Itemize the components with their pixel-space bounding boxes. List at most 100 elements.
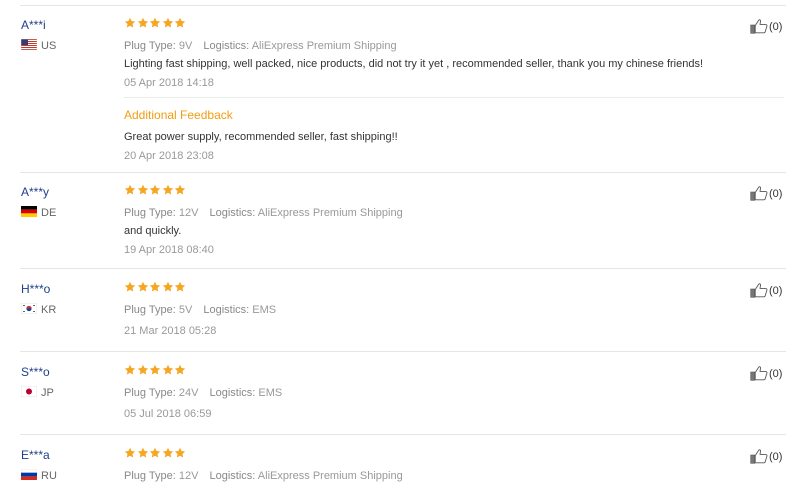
star-icon [174,281,186,293]
plug-type-value: 12V [178,207,199,219]
review-date: 21 Mar 2018 05:28 [124,325,217,337]
thumbs-up-icon [750,365,768,381]
star-icon [174,364,186,376]
helpful-count: (0) [769,368,783,380]
additional-feedback-title: Additional Feedback [124,108,233,122]
star-icon [137,364,149,376]
review-date: 19 Apr 2018 08:40 [124,244,214,256]
reviewer-name: A***i [21,18,46,32]
helpful-count: (0) [769,285,783,297]
plug-type-label: Plug Type: [124,470,176,482]
thumbs-up-icon [750,185,768,201]
star-rating [124,447,187,462]
star-icon [137,281,149,293]
helpful-button[interactable]: (0) [750,185,782,201]
star-icon [124,447,136,459]
plug-type-value: 5V [178,304,193,316]
review-meta: Plug Type: 9V Logistics: AliExpress Prem… [124,40,405,52]
star-icon [162,184,174,196]
helpful-count: (0) [769,21,783,33]
helpful-button[interactable]: (0) [750,282,782,298]
logistics-value: AliExpress Premium Shipping [257,207,403,219]
reviewer-name: A***y [21,185,50,199]
reviewer-country: US [21,39,56,52]
review-divider [20,434,786,435]
star-icon [124,17,136,29]
plug-type-value: 9V [178,40,193,52]
logistics-value: AliExpress Premium Shipping [251,40,397,52]
country-code: RU [41,470,57,482]
plug-type-value: 12V [178,470,199,482]
helpful-button[interactable]: (0) [750,18,782,34]
star-icon [162,17,174,29]
additional-feedback-text: Great power supply, recommended seller, … [124,131,398,143]
helpful-count: (0) [769,451,783,463]
star-icon [149,17,161,29]
review-date: 05 Jul 2018 06:59 [124,408,212,420]
star-icon [124,364,136,376]
reviewer-name: S***o [21,365,50,379]
review-divider [20,172,786,173]
thumbs-up-icon [750,18,768,34]
review-meta: Plug Type: 24V Logistics: EMS [124,387,290,399]
ru-flag-icon [21,469,37,480]
de-flag-icon [21,206,37,217]
country-code: JP [41,387,54,399]
star-icon [174,447,186,459]
plug-type-label: Plug Type: [124,207,176,219]
reviewer-country: RU [21,469,57,482]
star-rating [124,281,187,296]
plug-type-label: Plug Type: [124,387,176,399]
review-date: 05 Apr 2018 14:18 [124,77,214,89]
star-rating [124,17,187,32]
star-icon [149,281,161,293]
star-icon [149,364,161,376]
reviewer-country: KR [21,303,56,316]
us-flag-icon [21,39,37,50]
review-meta: Plug Type: 12V Logistics: AliExpress Pre… [124,207,411,219]
star-rating [124,184,187,199]
additional-feedback-date: 20 Apr 2018 23:08 [124,150,214,162]
review-meta: Plug Type: 5V Logistics: EMS [124,304,284,316]
star-icon [124,184,136,196]
review-divider [20,268,786,269]
additional-divider [124,97,784,98]
logistics-label: Logistics: [209,387,256,399]
reviewer-name: E***a [21,448,50,462]
reviewer-country: JP [21,386,54,399]
reviewer-name: H***o [21,282,51,296]
review-divider [20,351,786,352]
star-icon [174,17,186,29]
reviewer-country: DE [21,206,56,219]
review-text: Lighting fast shipping, well packed, nic… [124,58,704,70]
helpful-button[interactable]: (0) [750,448,782,464]
plug-type-value: 24V [178,387,199,399]
country-code: KR [41,304,57,316]
logistics-value: EMS [252,304,277,316]
plug-type-label: Plug Type: [124,40,176,52]
review-meta: Plug Type: 12V Logistics: AliExpress Pre… [124,470,411,482]
logistics-label: Logistics: [203,40,250,52]
helpful-count: (0) [769,188,783,200]
logistics-value: EMS [258,387,283,399]
star-icon [149,447,161,459]
helpful-button[interactable]: (0) [750,365,782,381]
star-icon [124,281,136,293]
top-divider [20,5,786,6]
thumbs-up-icon [750,448,768,464]
star-icon [162,281,174,293]
logistics-label: Logistics: [203,304,250,316]
star-icon [162,447,174,459]
star-icon [137,17,149,29]
country-code: DE [41,207,57,219]
star-rating [124,364,187,379]
star-icon [137,447,149,459]
kr-flag-icon [21,303,37,314]
plug-type-label: Plug Type: [124,304,176,316]
review-text: and quickly. [124,225,182,237]
thumbs-up-icon [750,282,768,298]
logistics-value: AliExpress Premium Shipping [257,470,403,482]
star-icon [162,364,174,376]
star-icon [137,184,149,196]
logistics-label: Logistics: [209,470,256,482]
